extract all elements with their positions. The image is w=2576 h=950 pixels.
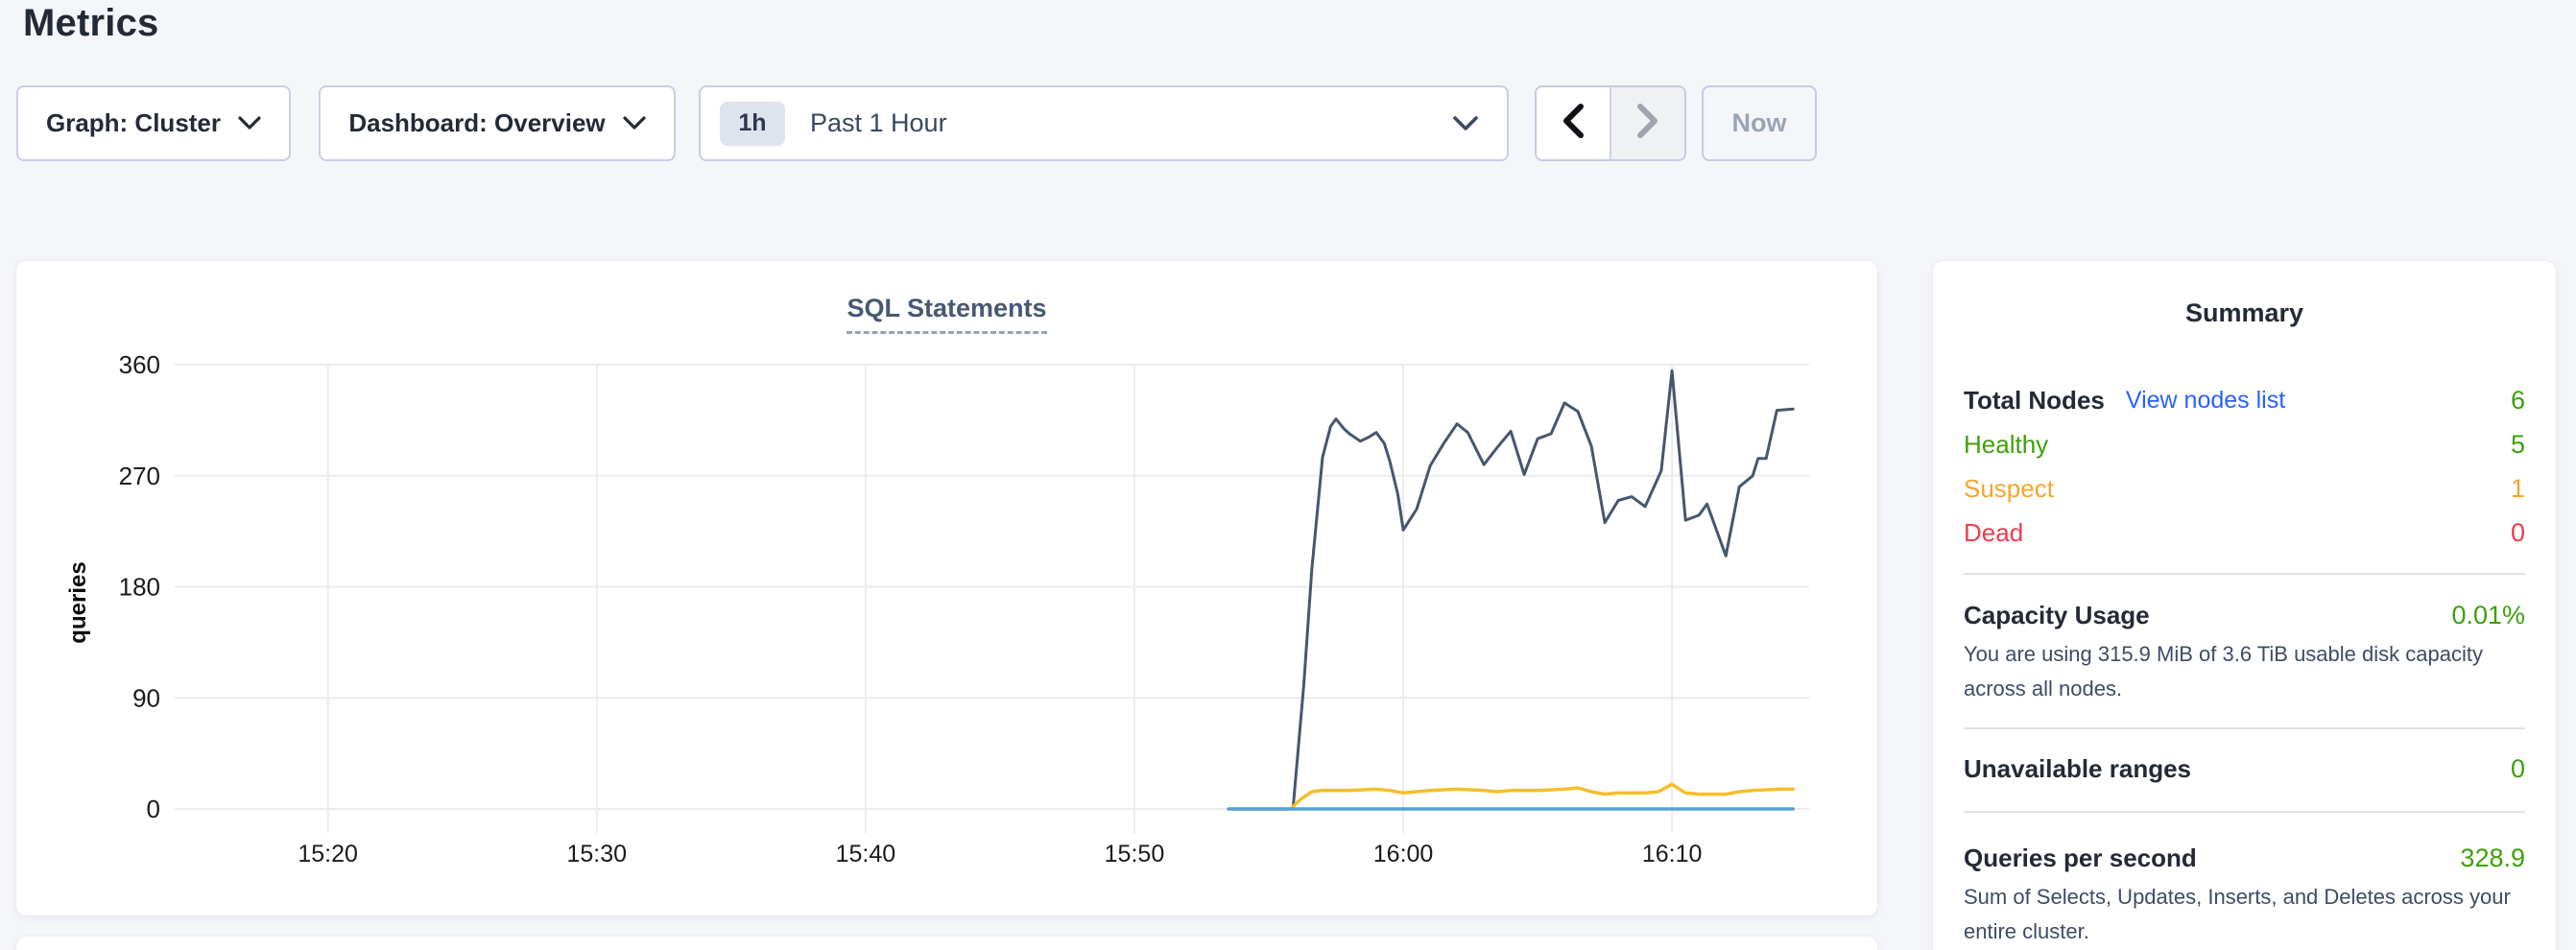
y-tick-label: 90: [132, 683, 160, 712]
time-window-pager: [1535, 85, 1686, 161]
dashboard-dropdown[interactable]: Dashboard: Overview: [319, 85, 676, 161]
y-tick-label: 360: [119, 350, 160, 379]
time-window-badge: 1h: [720, 102, 785, 146]
total-nodes-row: Total Nodes View nodes list 6: [1964, 378, 2525, 422]
summary-title: Summary: [1964, 296, 2525, 330]
dashboard-dropdown-label: Dashboard: Overview: [348, 108, 605, 138]
unavailable-ranges-row: Unavailable ranges 0: [1964, 747, 2525, 791]
page-title: Metrics: [23, 2, 158, 45]
chevron-down-icon: [238, 116, 261, 131]
sql-statements-chart[interactable]: 15:20 15:30 15:40 15:50 16:00 16:10 0 90 180 270 3…: [16, 261, 1877, 915]
x-tick-label: 16:10: [1642, 841, 1703, 867]
summary-divider: [1964, 811, 2525, 813]
chevron-down-icon: [623, 116, 646, 131]
time-next-button[interactable]: [1610, 87, 1684, 159]
sql-statements-chart-card: SQL Statements 15:2015:3015:4015:5016:00…: [16, 261, 1877, 915]
queries-per-second-row: Queries per second 328.9: [1964, 836, 2525, 880]
suspect-label: Suspect: [1964, 474, 2054, 504]
chart-series-dark-blue: [1228, 370, 1793, 809]
time-prev-button[interactable]: [1537, 87, 1610, 159]
queries-per-second-label: Queries per second: [1964, 843, 2197, 873]
unavailable-ranges-label: Unavailable ranges: [1964, 754, 2191, 784]
suspect-nodes-row: Suspect 1: [1964, 466, 2525, 511]
total-nodes-value: 6: [2511, 386, 2525, 416]
capacity-usage-row: Capacity Usage 0.01%: [1964, 593, 2525, 637]
queries-per-second-value: 328.9: [2460, 843, 2525, 873]
unavailable-ranges-value: 0: [2511, 754, 2525, 784]
y-tick-label: 270: [119, 462, 160, 490]
capacity-usage-value: 0.01%: [2451, 601, 2525, 630]
x-tick-label: 16:00: [1373, 841, 1434, 867]
summary-panel: Summary Total Nodes View nodes list 6 He…: [1933, 261, 2556, 950]
capacity-usage-description: You are using 315.9 MiB of 3.6 TiB usabl…: [1964, 637, 2516, 706]
next-chart-card-sliver: [16, 937, 1877, 950]
healthy-label: Healthy: [1964, 430, 2048, 460]
chart-series-yellow: [1228, 784, 1793, 809]
summary-divider: [1964, 573, 2525, 575]
summary-divider: [1964, 727, 2525, 729]
dead-value: 0: [2511, 518, 2525, 548]
chevron-down-icon: [1453, 116, 1478, 131]
dead-label: Dead: [1964, 518, 2023, 548]
chevron-left-icon: [1561, 103, 1586, 144]
x-tick-label: 15:40: [836, 841, 896, 867]
now-button-label: Now: [1732, 108, 1787, 138]
chevron-right-icon: [1635, 103, 1660, 144]
x-tick-label: 15:50: [1105, 841, 1165, 867]
dead-nodes-row: Dead 0: [1964, 511, 2525, 555]
healthy-value: 5: [2511, 430, 2525, 460]
time-window-selector[interactable]: 1h Past 1 Hour: [699, 85, 1509, 161]
y-tick-label: 180: [119, 573, 160, 602]
suspect-value: 1: [2511, 474, 2525, 504]
graph-dropdown[interactable]: Graph: Cluster: [16, 85, 291, 161]
time-window-label: Past 1 Hour: [810, 108, 1436, 138]
healthy-nodes-row: Healthy 5: [1964, 422, 2525, 466]
x-tick-label: 15:30: [566, 841, 627, 867]
y-axis-label: queries: [65, 561, 91, 643]
now-button[interactable]: Now: [1702, 85, 1817, 161]
y-tick-label: 0: [147, 795, 160, 823]
capacity-usage-label: Capacity Usage: [1964, 601, 2150, 630]
graph-dropdown-label: Graph: Cluster: [46, 108, 221, 138]
total-nodes-label: Total Nodes: [1964, 386, 2105, 416]
queries-per-second-description: Sum of Selects, Updates, Inserts, and De…: [1964, 880, 2516, 949]
view-nodes-list-link[interactable]: View nodes list: [2126, 387, 2285, 415]
x-tick-label: 15:20: [298, 841, 358, 867]
